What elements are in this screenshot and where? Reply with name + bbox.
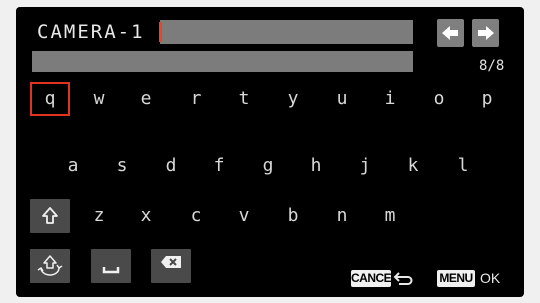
key-m[interactable]: m <box>370 199 410 233</box>
key-y[interactable]: y <box>273 82 313 116</box>
key-l[interactable]: l <box>443 149 483 183</box>
character-mode-icon <box>37 255 63 276</box>
space-key[interactable] <box>91 249 131 283</box>
key-s[interactable]: s <box>102 149 142 183</box>
menu-button-label[interactable]: MENU <box>437 270 475 287</box>
key-t[interactable]: t <box>224 82 264 116</box>
character-counter: 8/8 <box>479 58 505 74</box>
key-x[interactable]: x <box>126 199 166 233</box>
key-h[interactable]: h <box>296 149 336 183</box>
key-o[interactable]: o <box>419 82 459 116</box>
key-u[interactable]: u <box>322 82 362 116</box>
cursor-right-button[interactable] <box>472 19 499 47</box>
key-k[interactable]: k <box>393 149 433 183</box>
key-z[interactable]: z <box>79 199 119 233</box>
key-p[interactable]: p <box>467 82 507 116</box>
backspace-key[interactable] <box>151 249 191 283</box>
key-r[interactable]: r <box>176 82 216 116</box>
key-b[interactable]: b <box>273 199 313 233</box>
ok-label: OK <box>480 270 501 286</box>
text-input-field[interactable]: CAMERA-1 <box>32 20 413 44</box>
key-d[interactable]: d <box>151 149 191 183</box>
left-arrow-icon <box>442 26 458 40</box>
key-n[interactable]: n <box>322 199 362 233</box>
key-c[interactable]: c <box>176 199 216 233</box>
character-mode-key[interactable] <box>30 249 70 283</box>
text-entry-screen: CAMERA-1 8/8 q w e r t y u i o p a s d f… <box>16 7 524 297</box>
key-q[interactable]: q <box>30 82 70 116</box>
key-f[interactable]: f <box>199 149 239 183</box>
key-g[interactable]: g <box>248 149 288 183</box>
text-input-value: CAMERA-1 <box>37 21 145 43</box>
key-i[interactable]: i <box>370 82 410 116</box>
shift-icon <box>42 207 58 224</box>
text-input-second-line[interactable] <box>32 51 413 72</box>
cancel-button-label[interactable]: CANCEL <box>351 270 399 287</box>
return-icon[interactable] <box>393 270 413 287</box>
key-v[interactable]: v <box>224 199 264 233</box>
key-a[interactable]: a <box>53 149 93 183</box>
text-cursor <box>159 22 162 42</box>
key-e[interactable]: e <box>126 82 166 116</box>
right-arrow-icon <box>478 26 494 40</box>
key-w[interactable]: w <box>79 82 119 116</box>
key-j[interactable]: j <box>345 149 385 183</box>
backspace-icon <box>161 256 181 268</box>
cursor-left-button[interactable] <box>437 19 464 47</box>
shift-key[interactable] <box>30 199 70 233</box>
space-icon <box>102 267 120 274</box>
